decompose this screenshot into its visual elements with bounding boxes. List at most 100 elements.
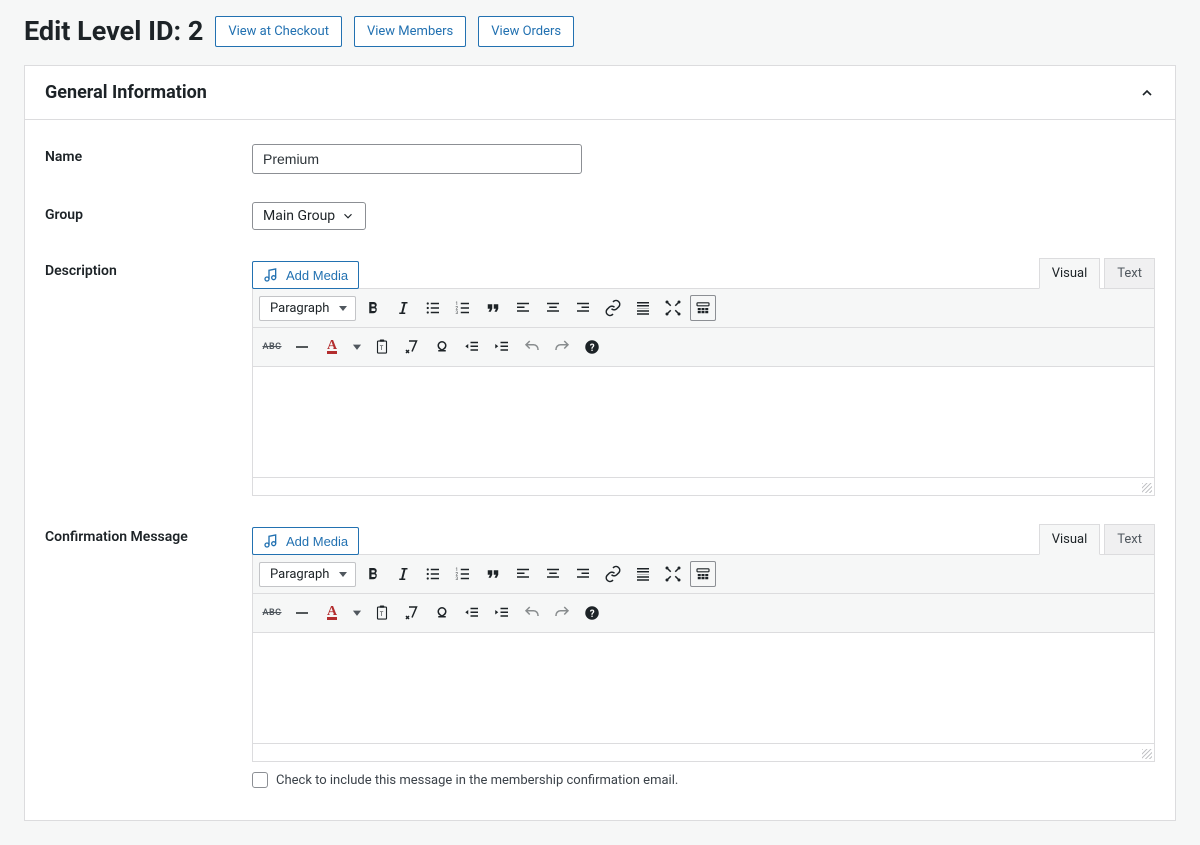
group-label: Group (45, 202, 252, 223)
tab-text-conf[interactable]: Text (1104, 524, 1155, 555)
textcolor-button[interactable]: A (319, 600, 345, 626)
group-selected: Main Group (263, 208, 335, 224)
align-right-button[interactable] (570, 561, 596, 587)
link-button[interactable] (600, 561, 626, 587)
description-textarea[interactable] (253, 367, 1154, 477)
confirmation-editor: Paragraph 123 (252, 554, 1155, 762)
editor-toolbar-row1: Paragraph 123 (253, 289, 1154, 328)
editor-status-bar (253, 743, 1154, 761)
music-icon (263, 533, 279, 549)
svg-text:T: T (380, 611, 384, 618)
special-char-button[interactable] (429, 600, 455, 626)
align-right-button[interactable] (570, 295, 596, 321)
align-center-button[interactable] (540, 561, 566, 587)
help-button[interactable]: ? (579, 600, 605, 626)
editor-status-bar (253, 477, 1154, 495)
confirmation-textarea[interactable] (253, 633, 1154, 743)
textcolor-dropdown[interactable] (349, 600, 365, 626)
blockquote-button[interactable] (480, 295, 506, 321)
add-media-label: Add Media (286, 534, 348, 549)
general-info-panel: General Information Name Group Main Grou… (24, 65, 1176, 821)
align-center-button[interactable] (540, 295, 566, 321)
help-button[interactable]: ? (579, 334, 605, 360)
tab-visual-conf[interactable]: Visual (1039, 524, 1101, 555)
fullscreen-button[interactable] (660, 561, 686, 587)
confirmation-checkbox-row[interactable]: Check to include this message in the mem… (252, 772, 1155, 788)
confirmation-checkbox[interactable] (252, 772, 268, 788)
clear-format-button[interactable] (399, 334, 425, 360)
indent-button[interactable] (489, 334, 515, 360)
special-char-button[interactable] (429, 334, 455, 360)
bold-button[interactable] (360, 561, 386, 587)
hr-button[interactable] (289, 334, 315, 360)
align-left-button[interactable] (510, 295, 536, 321)
group-row: Group Main Group (45, 202, 1155, 230)
name-label: Name (45, 144, 252, 165)
format-select[interactable]: Paragraph (259, 296, 356, 321)
chevron-down-icon (341, 209, 355, 223)
add-media-button-conf[interactable]: Add Media (252, 527, 359, 555)
view-checkout-button[interactable]: View at Checkout (215, 16, 342, 47)
paste-text-button[interactable]: T (369, 600, 395, 626)
view-orders-button[interactable]: View Orders (478, 16, 574, 47)
add-media-button-desc[interactable]: Add Media (252, 261, 359, 289)
description-row: Description Add Media Visual Text (45, 258, 1155, 496)
view-members-button[interactable]: View Members (354, 16, 466, 47)
toolbar-toggle-button[interactable] (690, 561, 716, 587)
clear-format-button[interactable] (399, 600, 425, 626)
align-left-button[interactable] (510, 561, 536, 587)
strikethrough-button[interactable]: ABC (259, 600, 285, 626)
name-input[interactable] (252, 144, 582, 174)
chevron-up-icon (1139, 85, 1155, 101)
redo-button[interactable] (549, 600, 575, 626)
editor-toolbar-row2: ABC A T ? (253, 328, 1154, 367)
svg-text:T: T (380, 345, 384, 352)
group-select[interactable]: Main Group (252, 202, 366, 230)
page-header: Edit Level ID: 2 View at Checkout View M… (24, 15, 1176, 47)
undo-button[interactable] (519, 600, 545, 626)
fullscreen-button[interactable] (660, 295, 686, 321)
textcolor-dropdown[interactable] (349, 334, 365, 360)
format-select-conf[interactable]: Paragraph (259, 562, 356, 587)
italic-button[interactable] (390, 561, 416, 587)
readmore-button[interactable] (630, 295, 656, 321)
hr-button[interactable] (289, 600, 315, 626)
page-title: Edit Level ID: 2 (24, 15, 203, 47)
readmore-button[interactable] (630, 561, 656, 587)
name-row: Name (45, 144, 1155, 174)
number-list-button[interactable]: 123 (450, 561, 476, 587)
blockquote-button[interactable] (480, 561, 506, 587)
description-label: Description (45, 258, 252, 279)
bullet-list-button[interactable] (420, 295, 446, 321)
indent-button[interactable] (489, 600, 515, 626)
link-button[interactable] (600, 295, 626, 321)
redo-button[interactable] (549, 334, 575, 360)
panel-header[interactable]: General Information (25, 66, 1175, 120)
svg-text:?: ? (590, 609, 595, 620)
undo-button[interactable] (519, 334, 545, 360)
bullet-list-button[interactable] (420, 561, 446, 587)
outdent-button[interactable] (459, 600, 485, 626)
svg-text:?: ? (590, 343, 595, 354)
panel-body: Name Group Main Group Description (25, 120, 1175, 820)
add-media-label: Add Media (286, 268, 348, 283)
strikethrough-button[interactable]: ABC (259, 334, 285, 360)
paste-text-button[interactable]: T (369, 334, 395, 360)
svg-text:3: 3 (456, 576, 459, 582)
tab-visual[interactable]: Visual (1039, 258, 1101, 289)
outdent-button[interactable] (459, 334, 485, 360)
toolbar-toggle-button[interactable] (690, 295, 716, 321)
editor-toolbar-row1-conf: Paragraph 123 (253, 555, 1154, 594)
bold-button[interactable] (360, 295, 386, 321)
tab-text[interactable]: Text (1104, 258, 1155, 289)
textcolor-button[interactable]: A (319, 334, 345, 360)
description-editor: Paragraph 123 (252, 288, 1155, 496)
confirmation-label: Confirmation Message (45, 524, 252, 545)
svg-text:3: 3 (456, 310, 459, 316)
panel-title: General Information (45, 82, 207, 103)
music-icon (263, 267, 279, 283)
confirmation-row: Confirmation Message Add Media Visual Te… (45, 524, 1155, 788)
number-list-button[interactable]: 123 (450, 295, 476, 321)
italic-button[interactable] (390, 295, 416, 321)
editor-toolbar-row2-conf: ABC A T ? (253, 594, 1154, 633)
